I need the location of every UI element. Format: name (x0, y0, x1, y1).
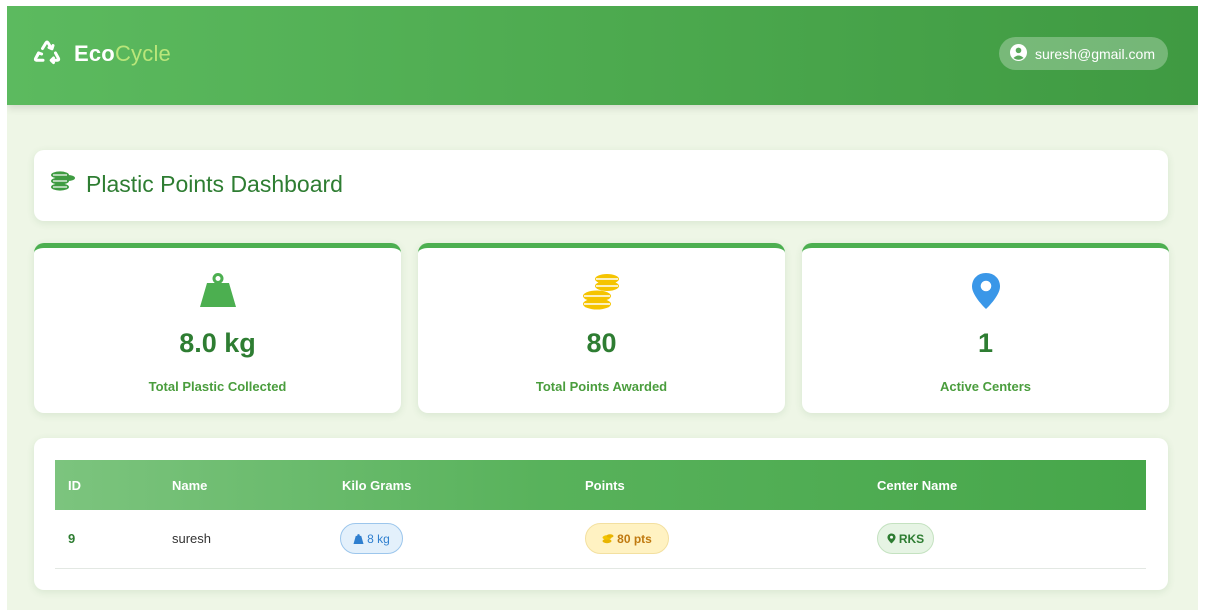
map-pin-icon (887, 533, 896, 544)
stat-value: 8.0 kg (179, 328, 256, 358)
user-menu-button[interactable]: suresh@gmail.com (998, 37, 1168, 70)
recycle-icon (32, 39, 62, 69)
column-header-name: Name (172, 478, 208, 493)
user-circle-icon (1009, 43, 1027, 64)
page-title-text: Plastic Points Dashboard (86, 170, 343, 197)
weight-icon (353, 533, 364, 544)
user-email: suresh@gmail.com (1034, 45, 1155, 62)
coins-icon (418, 272, 785, 312)
stat-label: Total Points Awarded (535, 379, 668, 394)
points-value: 80 pts (617, 531, 652, 546)
center-value: RKS (898, 531, 925, 546)
coins-icon (602, 534, 614, 544)
cell-id: 9 (68, 531, 76, 546)
coins-icon (50, 170, 76, 198)
column-header-center-name: Center Name (877, 478, 958, 493)
kilograms-badge: 8 kg (340, 523, 403, 554)
center-badge: RKS (877, 523, 934, 554)
brand[interactable]: EcoCycle (32, 36, 171, 72)
table-header: ID Name Kilo Grams Points Center Name (55, 460, 1146, 510)
dashboard-header-card: Plastic Points Dashboard (34, 150, 1168, 221)
points-badge: 80 pts (585, 523, 669, 554)
column-header-points: Points (585, 478, 625, 493)
weight-icon (34, 272, 401, 308)
page-title: Plastic Points Dashboard (50, 170, 343, 198)
stat-card-centers: 1 Active Centers (802, 243, 1169, 413)
column-header-id: ID (68, 478, 81, 493)
map-pin-icon (802, 272, 1169, 310)
stat-value: 80 (586, 328, 617, 358)
kilograms-value: 8 kg (367, 531, 390, 546)
table-row: 9 suresh 8 kg 80 pts RKS (55, 510, 1146, 569)
column-header-kilograms: Kilo Grams (342, 478, 412, 493)
stat-card-plastic: 8.0 kg Total Plastic Collected (34, 243, 401, 413)
app-frame: EcoCycle suresh@gmail.com Plastic Points… (7, 6, 1198, 610)
cell-name: suresh (172, 531, 212, 546)
brand-name: EcoCycle (74, 41, 171, 66)
navbar: EcoCycle suresh@gmail.com (7, 6, 1198, 105)
stat-value: 1 (977, 328, 994, 358)
stat-label: Active Centers (939, 379, 1032, 394)
points-table-card: ID Name Kilo Grams Points Center Name 9 … (34, 438, 1168, 590)
stat-label: Total Plastic Collected (148, 379, 287, 394)
stat-card-points: 80 Total Points Awarded (418, 243, 785, 413)
